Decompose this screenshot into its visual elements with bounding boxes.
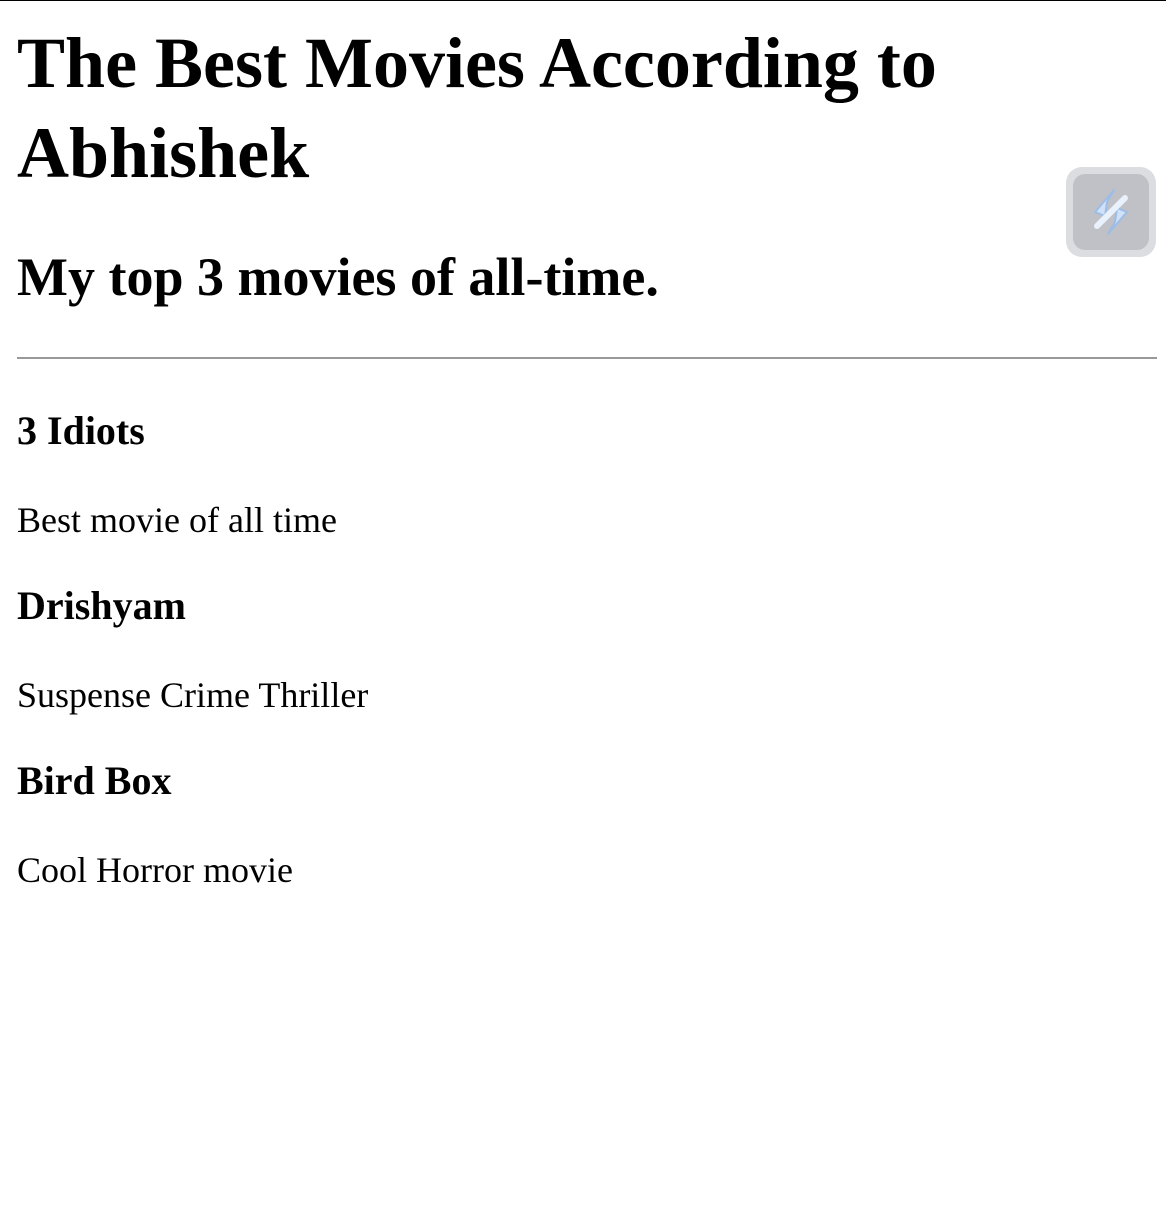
movie-item: 3 Idiots Best movie of all time <box>17 407 1157 541</box>
movie-item: Bird Box Cool Horror movie <box>17 757 1157 891</box>
movie-description: Suspense Crime Thriller <box>17 675 369 715</box>
page-title: The Best Movies According to Abhishek <box>17 23 937 193</box>
movie-description: Best movie of all time <box>17 500 337 540</box>
movie-title: Drishyam <box>17 583 186 628</box>
movie-item: Drishyam Suspense Crime Thriller <box>17 582 1157 716</box>
movie-title: Bird Box <box>17 758 172 803</box>
divider <box>17 357 1157 359</box>
page-subtitle: My top 3 movies of all-time. <box>17 247 659 307</box>
movie-title: 3 Idiots <box>17 408 145 453</box>
movie-description: Cool Horror movie <box>17 850 293 890</box>
extension-lightning-icon <box>1073 174 1149 250</box>
extension-widget-button[interactable] <box>1066 167 1156 257</box>
movie-list: 3 Idiots Best movie of all time Drishyam… <box>17 407 1157 891</box>
page-content: The Best Movies According to Abhishek My… <box>17 0 1157 932</box>
